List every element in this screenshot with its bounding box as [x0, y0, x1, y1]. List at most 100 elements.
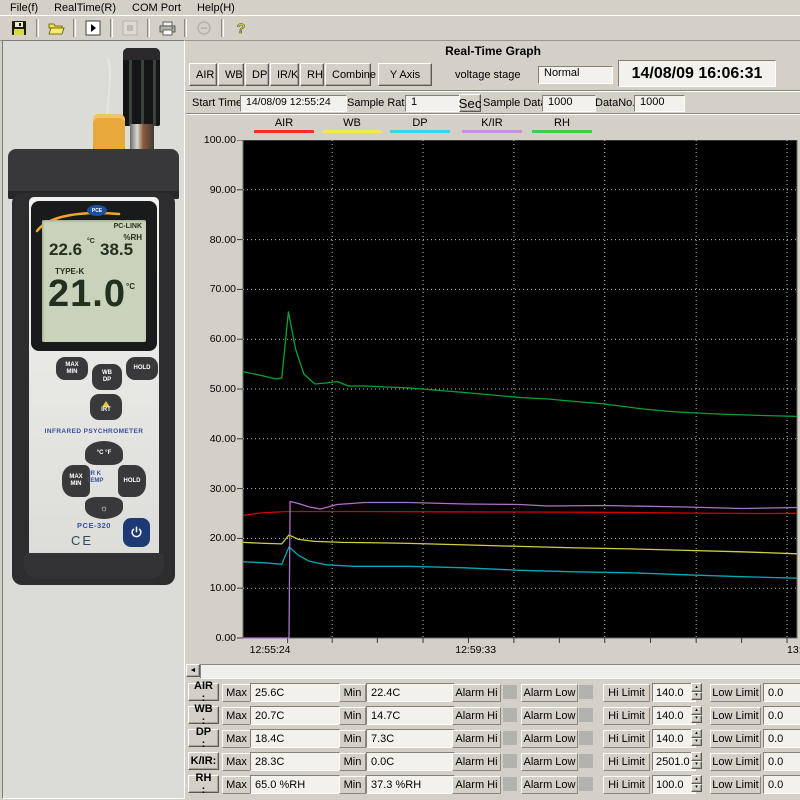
menu-file[interactable]: File(f): [4, 1, 48, 15]
help-button[interactable]: ?: [226, 18, 256, 38]
y-axis-button[interactable]: Y Axis: [378, 63, 432, 86]
combine-button[interactable]: Combine: [325, 63, 371, 86]
channel-button-irk[interactable]: IR/K: [270, 63, 299, 86]
device-button-label: HOLD: [124, 478, 141, 485]
low-limit-field[interactable]: 0.0: [763, 775, 800, 794]
stop-button[interactable]: [115, 18, 145, 38]
toolbar-separator: [36, 19, 39, 37]
spinner-down-button[interactable]: ▾: [691, 784, 702, 793]
legend-label: DP: [412, 117, 427, 129]
spinner-down-button[interactable]: ▾: [691, 692, 702, 701]
voltage-stage-field: Normal: [538, 66, 613, 84]
row-label-kir-button[interactable]: K/IR:: [188, 752, 219, 770]
stop-icon: [122, 20, 138, 36]
spinner-up-button[interactable]: ▴: [691, 775, 702, 784]
hi-limit-field[interactable]: 140.0: [652, 729, 696, 748]
alarm-low-indicator: [579, 731, 593, 745]
alarm-hi-label: Alarm Hi: [452, 730, 501, 748]
scroll-left-button[interactable]: ◄: [186, 664, 200, 677]
y-axis-label: 20.00: [190, 532, 236, 544]
channel-button-air[interactable]: AIR: [189, 63, 217, 86]
alarm-hi-label: Alarm Hi: [452, 684, 501, 702]
chart-scrollbar-track[interactable]: [200, 664, 800, 679]
device-photo-panel: PCE PC-LINK %RH 22.6 °C 38.5 TYPE-K 21.0…: [2, 40, 185, 799]
y-axis-label: 80.00: [190, 234, 236, 246]
y-axis-label: 10.00: [190, 582, 236, 594]
min-label: Min: [339, 684, 366, 702]
legend-label: AIR: [275, 117, 293, 129]
row-label-dp-button[interactable]: DP :: [188, 729, 219, 747]
divider: [186, 113, 800, 115]
alarm-low-indicator: [579, 708, 593, 722]
sample-data-label: Sample Data: [483, 97, 547, 109]
lcd-main-value: 21.0: [48, 273, 126, 316]
spinner-up-button[interactable]: ▴: [691, 729, 702, 738]
stat-row-wb: WB : Max 20.7C Min 14.7C Alarm Hi Alarm …: [186, 705, 800, 728]
low-limit-field[interactable]: 0.0: [763, 729, 800, 748]
device-button-label: WB: [102, 370, 112, 377]
min-value-field: 14.7C: [366, 706, 455, 725]
low-limit-field[interactable]: 0.0: [763, 706, 800, 725]
alarm-hi-label: Alarm Hi: [452, 707, 501, 725]
start-button[interactable]: [78, 18, 108, 38]
y-axis-label: 90.00: [190, 184, 236, 196]
device-backlight-button: ☼: [85, 497, 123, 519]
row-label-wb-button[interactable]: WB :: [188, 706, 219, 724]
lcd-air-temp-unit: °C: [87, 238, 95, 245]
hi-limit-spinner: ▴ ▾: [691, 752, 702, 769]
hi-limit-field[interactable]: 140.0: [652, 683, 696, 702]
row-label-air-button[interactable]: AIR :: [188, 683, 219, 701]
save-button[interactable]: [4, 18, 34, 38]
device-button-label: HOLD: [134, 365, 151, 372]
spinner-down-button[interactable]: ▾: [691, 715, 702, 724]
channel-button-wb[interactable]: WB: [218, 63, 244, 86]
hi-limit-spinner: ▴ ▾: [691, 706, 702, 723]
toolbar-separator: [184, 19, 187, 37]
realtime-chart-plot: [237, 140, 800, 644]
sec-button[interactable]: Sec: [459, 94, 481, 112]
sample-rate-field[interactable]: 1: [405, 95, 462, 112]
spinner-up-button[interactable]: ▴: [691, 683, 702, 692]
y-axis-label: 70.00: [190, 283, 236, 295]
hi-limit-field[interactable]: 140.0: [652, 706, 696, 725]
menu-realtime[interactable]: RealTime(R): [48, 1, 126, 15]
hi-limit-field[interactable]: 100.0: [652, 775, 696, 794]
disconnect-button[interactable]: [189, 18, 219, 38]
spinner-up-button[interactable]: ▴: [691, 752, 702, 761]
spinner-down-button[interactable]: ▾: [691, 738, 702, 747]
hi-limit-spinner: ▴ ▾: [691, 683, 702, 700]
min-value-field: 7.3C: [366, 729, 455, 748]
channel-button-rh[interactable]: RH: [300, 63, 324, 86]
low-limit-label: Low Limit: [710, 707, 761, 725]
menu-com-port[interactable]: COM Port: [126, 1, 191, 15]
max-value-field: 28.3C: [250, 752, 340, 771]
max-label: Max: [222, 684, 251, 702]
min-label: Min: [339, 776, 366, 794]
divider: [186, 90, 800, 92]
spinner-up-button[interactable]: ▴: [691, 706, 702, 715]
channel-button-dp[interactable]: DP: [245, 63, 269, 86]
max-label: Max: [222, 730, 251, 748]
legend-label: K/IR: [481, 117, 502, 129]
open-button[interactable]: [41, 18, 71, 38]
device-top-housing: [8, 149, 179, 199]
min-value-field: 0.0C: [366, 752, 455, 771]
menu-help[interactable]: Help(H): [191, 1, 245, 15]
sample-data-field[interactable]: 1000: [542, 95, 596, 112]
y-axis-label: 40.00: [190, 433, 236, 445]
spinner-down-button[interactable]: ▾: [691, 761, 702, 770]
low-limit-field[interactable]: 0.0: [763, 683, 800, 702]
alarm-low-label: Alarm Low: [521, 730, 578, 748]
print-button[interactable]: [152, 18, 182, 38]
device-button-label: MAX: [65, 362, 78, 369]
toolbar-separator: [221, 19, 224, 37]
start-time-label: Start Time: [192, 97, 242, 109]
device-button-label: IRT: [101, 407, 111, 414]
max-label: Max: [222, 753, 251, 771]
row-label-rh-button[interactable]: RH :: [188, 775, 219, 793]
toolbar: ?: [0, 15, 800, 41]
max-label: Max: [222, 776, 251, 794]
low-limit-field[interactable]: 0.0: [763, 752, 800, 771]
device-pad-label: IR K: [89, 471, 101, 477]
hi-limit-field[interactable]: 2501.0: [652, 752, 696, 771]
